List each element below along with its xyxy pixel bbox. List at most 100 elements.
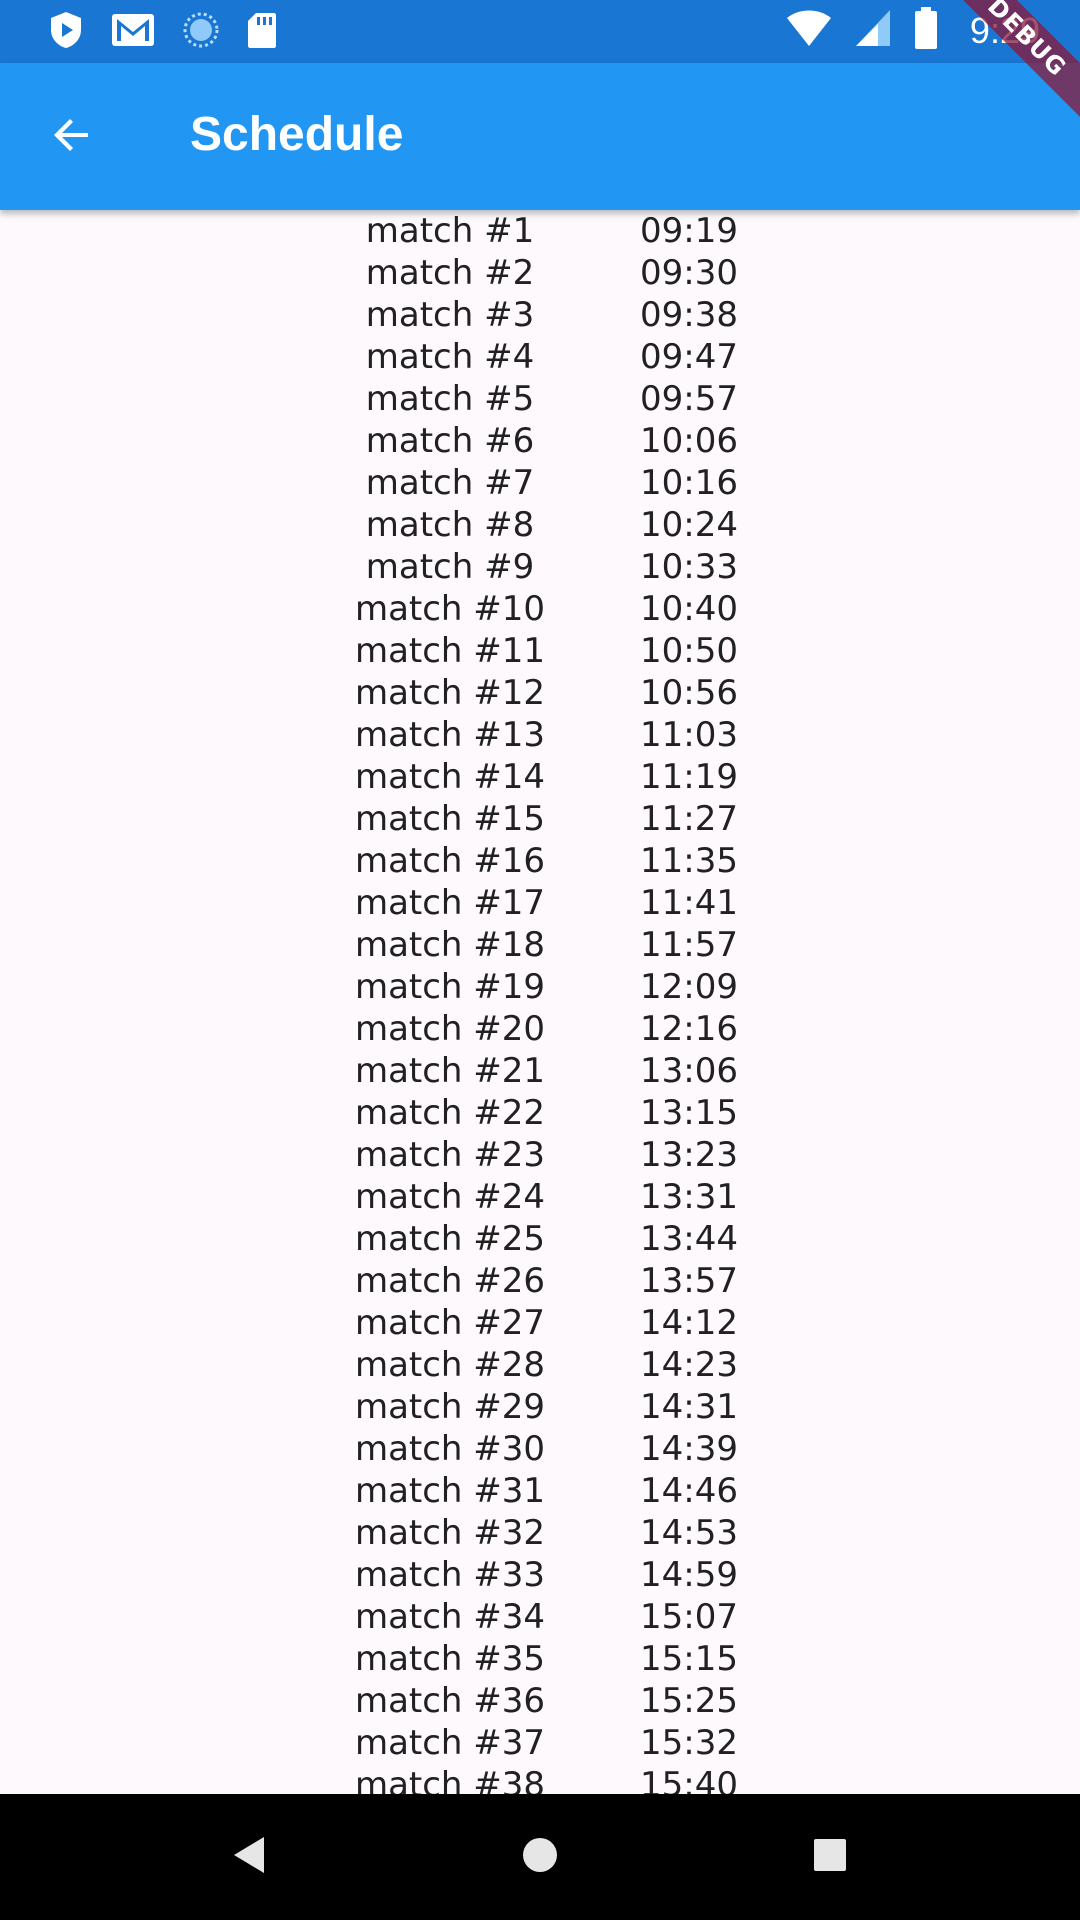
loading-circle-icon bbox=[182, 11, 220, 54]
match-time: 14:23 bbox=[640, 1345, 738, 1385]
list-item: match #31 14:46 bbox=[0, 1470, 1080, 1512]
match-time: 10:33 bbox=[640, 547, 738, 587]
match-name: match #31 bbox=[354, 1471, 546, 1511]
status-icons-left bbox=[48, 10, 278, 55]
match-name: match #18 bbox=[354, 925, 546, 965]
navigation-bar bbox=[0, 1794, 1080, 1920]
match-name: match #17 bbox=[354, 883, 546, 923]
match-name: match #19 bbox=[354, 967, 546, 1007]
shield-play-icon bbox=[48, 10, 84, 55]
nav-recents-button[interactable] bbox=[800, 1827, 860, 1887]
list-item: match #26 13:57 bbox=[0, 1260, 1080, 1302]
sd-card-icon bbox=[246, 10, 278, 55]
list-item: match #6 10:06 bbox=[0, 420, 1080, 462]
match-time: 10:40 bbox=[640, 589, 738, 629]
match-time: 11:19 bbox=[640, 757, 738, 797]
match-time: 15:25 bbox=[640, 1681, 738, 1721]
nav-home-button[interactable] bbox=[510, 1827, 570, 1887]
match-time: 09:30 bbox=[640, 253, 738, 293]
list-item: match #20 12:16 bbox=[0, 1008, 1080, 1050]
match-name: match #5 bbox=[365, 379, 535, 419]
match-name: match #28 bbox=[354, 1345, 546, 1385]
match-name: match #20 bbox=[354, 1009, 546, 1049]
list-item: match #17 11:41 bbox=[0, 882, 1080, 924]
match-name: match #23 bbox=[354, 1135, 546, 1175]
list-item: match #11 10:50 bbox=[0, 630, 1080, 672]
match-name: match #15 bbox=[354, 799, 546, 839]
match-time: 12:09 bbox=[640, 967, 738, 1007]
match-name: match #1 bbox=[365, 211, 535, 251]
match-name: match #13 bbox=[354, 715, 546, 755]
list-item: match #35 15:15 bbox=[0, 1638, 1080, 1680]
match-time: 10:50 bbox=[640, 631, 738, 671]
match-name: match #14 bbox=[354, 757, 546, 797]
match-time: 13:23 bbox=[640, 1135, 738, 1175]
match-name: match #12 bbox=[354, 673, 546, 713]
list-item: match #13 11:03 bbox=[0, 714, 1080, 756]
match-time: 14:59 bbox=[640, 1555, 738, 1595]
nav-recents-icon bbox=[810, 1835, 850, 1880]
list-item: match #29 14:31 bbox=[0, 1386, 1080, 1428]
list-item: match #16 11:35 bbox=[0, 840, 1080, 882]
match-name: match #3 bbox=[365, 295, 535, 335]
match-time: 10:16 bbox=[640, 463, 738, 503]
match-time: 09:38 bbox=[640, 295, 738, 335]
match-time: 15:07 bbox=[640, 1597, 738, 1637]
match-name: match #27 bbox=[354, 1303, 546, 1343]
status-bar: 9:29 bbox=[0, 0, 1080, 63]
match-time: 14:31 bbox=[640, 1387, 738, 1427]
match-name: match #22 bbox=[354, 1093, 546, 1133]
wifi-icon bbox=[786, 8, 832, 53]
match-time: 14:39 bbox=[640, 1429, 738, 1469]
match-time: 10:24 bbox=[640, 505, 738, 545]
list-item: match #8 10:24 bbox=[0, 504, 1080, 546]
match-name: match #30 bbox=[354, 1429, 546, 1469]
list-item: match #24 13:31 bbox=[0, 1176, 1080, 1218]
match-name: match #21 bbox=[354, 1051, 546, 1091]
list-item: match #21 13:06 bbox=[0, 1050, 1080, 1092]
back-button[interactable] bbox=[38, 103, 106, 171]
match-time: 11:03 bbox=[640, 715, 738, 755]
match-time: 11:57 bbox=[640, 925, 738, 965]
match-name: match #7 bbox=[365, 463, 535, 503]
list-item: match #36 15:25 bbox=[0, 1680, 1080, 1722]
list-item: match #3 09:38 bbox=[0, 294, 1080, 336]
list-item: match #34 15:07 bbox=[0, 1596, 1080, 1638]
list-item: match #32 14:53 bbox=[0, 1512, 1080, 1554]
nav-home-icon bbox=[520, 1835, 560, 1880]
match-time: 10:06 bbox=[640, 421, 738, 461]
match-time: 15:15 bbox=[640, 1639, 738, 1679]
list-item: match #5 09:57 bbox=[0, 378, 1080, 420]
list-item: match #38 15:40 bbox=[0, 1764, 1080, 1794]
battery-icon bbox=[914, 6, 938, 55]
match-name: match #16 bbox=[354, 841, 546, 881]
match-time: 13:31 bbox=[640, 1177, 738, 1217]
match-time: 09:19 bbox=[640, 211, 738, 251]
match-time: 13:15 bbox=[640, 1093, 738, 1133]
match-name: match #2 bbox=[365, 253, 535, 293]
match-name: match #6 bbox=[365, 421, 535, 461]
list-item: match #12 10:56 bbox=[0, 672, 1080, 714]
match-name: match #11 bbox=[354, 631, 546, 671]
match-time: 14:53 bbox=[640, 1513, 738, 1553]
match-time: 15:40 bbox=[640, 1765, 738, 1794]
match-time: 13:57 bbox=[640, 1261, 738, 1301]
list-item: match #7 10:16 bbox=[0, 462, 1080, 504]
nav-back-icon bbox=[230, 1833, 270, 1882]
match-name: match #36 bbox=[354, 1681, 546, 1721]
list-item: match #19 12:09 bbox=[0, 966, 1080, 1008]
schedule-content[interactable]: match #1 09:19 match #2 09:30 match #3 09:38 m… bbox=[0, 210, 1080, 1794]
schedule-list: match #1 09:19 match #2 09:30 match #3 09:38 m… bbox=[0, 210, 1080, 1794]
nav-back-button[interactable] bbox=[220, 1827, 280, 1887]
match-name: match #4 bbox=[365, 337, 535, 377]
match-name: match #35 bbox=[354, 1639, 546, 1679]
list-item: match #2 09:30 bbox=[0, 252, 1080, 294]
match-name: match #29 bbox=[354, 1387, 546, 1427]
list-item: match #27 14:12 bbox=[0, 1302, 1080, 1344]
match-name: match #10 bbox=[354, 589, 546, 629]
list-item: match #30 14:39 bbox=[0, 1428, 1080, 1470]
match-name: match #25 bbox=[354, 1219, 546, 1259]
list-item: match #22 13:15 bbox=[0, 1092, 1080, 1134]
app-bar: Schedule bbox=[0, 63, 1080, 210]
list-item: match #9 10:33 bbox=[0, 546, 1080, 588]
